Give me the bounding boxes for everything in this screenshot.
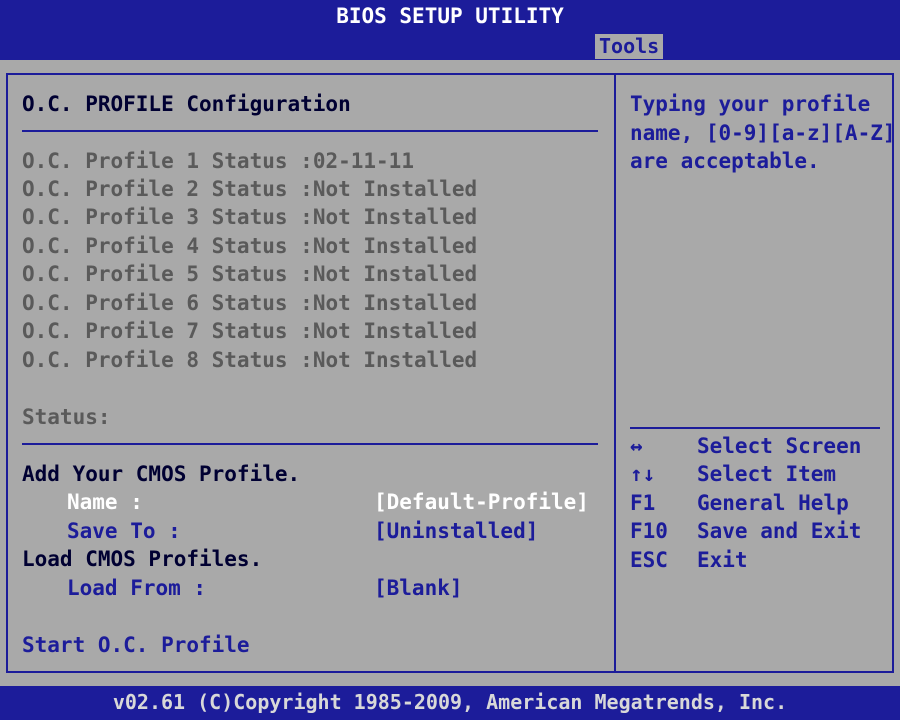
tab-bar: Tools xyxy=(0,32,900,60)
profile-status-value: :Not Installed xyxy=(300,234,478,258)
key-f10: F10 xyxy=(630,519,668,543)
key-select-screen-label: Select Screen xyxy=(697,434,862,458)
name-label[interactable]: Name : xyxy=(67,488,143,516)
profile-status-value: :Not Installed xyxy=(300,177,478,201)
profile-status-value: :Not Installed xyxy=(300,205,478,229)
key-general-help-label: General Help xyxy=(697,491,849,515)
load-from-label[interactable]: Load From : xyxy=(67,574,206,602)
help-divider xyxy=(630,427,880,429)
key-select-screen-icon: ↔ xyxy=(630,434,643,458)
help-line: name, [0-9][a-z][A-Z] xyxy=(630,121,896,145)
profile-status-row: O.C. Profile 1 Status :02-11-11 xyxy=(22,147,414,175)
key-exit-label: Exit xyxy=(697,548,748,572)
name-value[interactable]: [Default-Profile] xyxy=(374,488,589,516)
section-divider-top xyxy=(22,130,598,132)
panel-divider xyxy=(614,75,616,671)
add-profile-heading: Add Your CMOS Profile. xyxy=(22,462,301,486)
key-esc: ESC xyxy=(630,548,668,572)
profile-status-label: O.C. Profile 1 Status xyxy=(22,149,288,173)
profile-status-row: O.C. Profile 3 Status :Not Installed xyxy=(22,203,477,231)
save-to-value[interactable]: [Uninstalled] xyxy=(374,517,538,545)
key-f1: F1 xyxy=(630,491,656,515)
status-label: Status: xyxy=(22,405,111,429)
profile-status-row: O.C. Profile 4 Status :Not Installed xyxy=(22,232,477,260)
profile-status-value: :Not Installed xyxy=(300,319,478,343)
profile-status-row: O.C. Profile 6 Status :Not Installed xyxy=(22,289,477,317)
profile-status-row: O.C. Profile 8 Status :Not Installed xyxy=(22,346,477,374)
profile-status-label: O.C. Profile 5 Status xyxy=(22,262,288,286)
profile-status-value: :02-11-11 xyxy=(300,149,414,173)
key-save-exit-label: Save and Exit xyxy=(697,519,862,543)
main-frame: O.C. PROFILE Configuration O.C. Profile … xyxy=(6,73,896,673)
start-oc-profile[interactable]: Start O.C. Profile xyxy=(22,631,250,659)
profile-status-value: :Not Installed xyxy=(300,291,478,315)
key-select-item-label: Select Item xyxy=(697,462,837,486)
profile-status-value: :Not Installed xyxy=(300,348,478,372)
section-title: O.C. PROFILE Configuration xyxy=(22,92,351,116)
load-from-value[interactable]: [Blank] xyxy=(374,574,463,602)
key-select-item-icon: ↑↓ xyxy=(630,462,656,486)
profile-status-label: O.C. Profile 2 Status xyxy=(22,177,288,201)
profile-status-label: O.C. Profile 7 Status xyxy=(22,319,288,343)
profile-status-row: O.C. Profile 7 Status :Not Installed xyxy=(22,317,477,345)
profile-status-value: :Not Installed xyxy=(300,262,478,286)
profile-status-label: O.C. Profile 6 Status xyxy=(22,291,288,315)
bios-title: BIOS SETUP UTILITY xyxy=(0,0,900,32)
section-divider-bottom xyxy=(22,443,598,445)
help-line: are acceptable. xyxy=(630,149,820,173)
profile-status-row: O.C. Profile 5 Status :Not Installed xyxy=(22,260,477,288)
load-profile-heading: Load CMOS Profiles. xyxy=(22,547,263,571)
copyright-footer: v02.61 (C)Copyright 1985-2009, American … xyxy=(0,686,900,720)
profile-status-row: O.C. Profile 2 Status :Not Installed xyxy=(22,175,477,203)
help-line: Typing your profile xyxy=(630,92,871,116)
tab-tools[interactable]: Tools xyxy=(595,34,664,59)
profile-status-label: O.C. Profile 3 Status xyxy=(22,205,288,229)
save-to-label[interactable]: Save To : xyxy=(67,517,181,545)
profile-status-label: O.C. Profile 4 Status xyxy=(22,234,288,258)
profile-status-label: O.C. Profile 8 Status xyxy=(22,348,288,372)
